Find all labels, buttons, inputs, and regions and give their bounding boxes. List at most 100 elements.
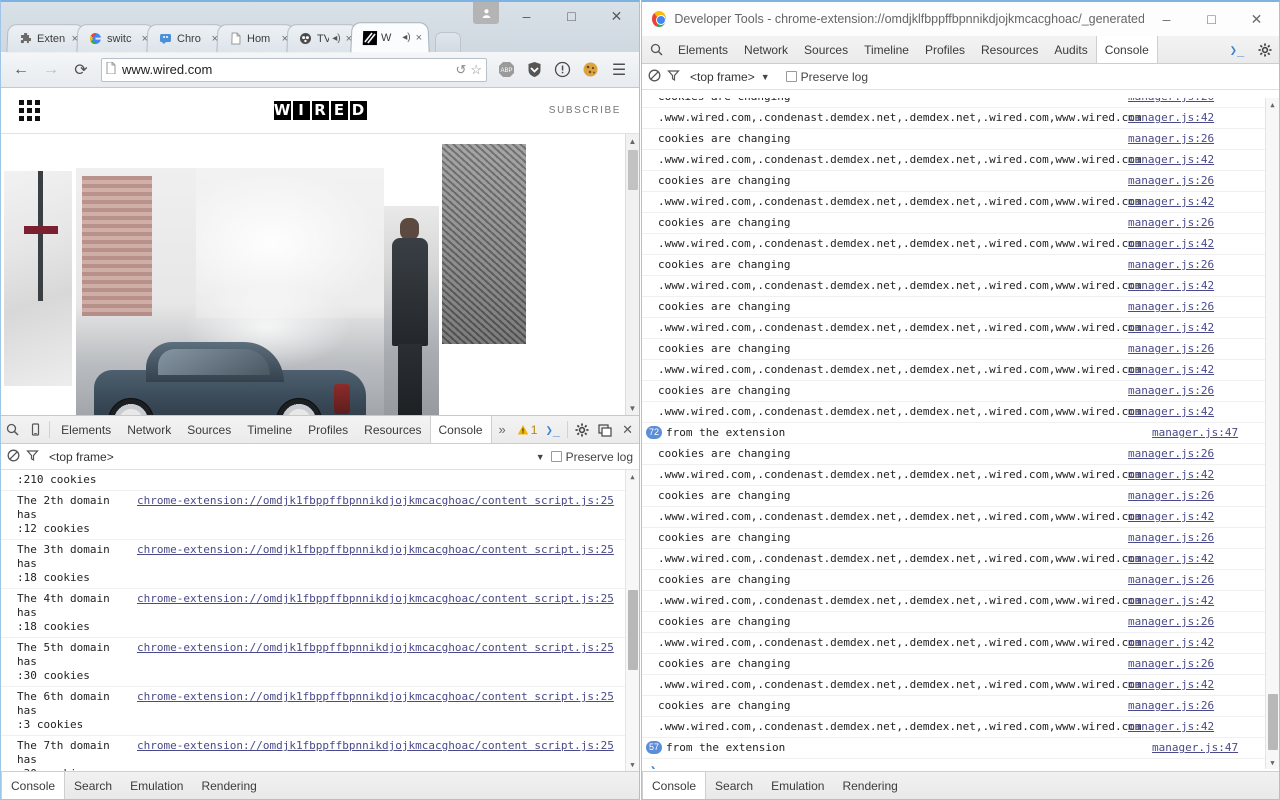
- console-log-row[interactable]: The 3th domain has :18 cookieschrome-ext…: [1, 540, 639, 589]
- console-source-link[interactable]: chrome-extension://omdjk1fbppffbpnnikdjo…: [131, 687, 626, 707]
- console-source-link[interactable]: manager.js:26: [1122, 654, 1226, 674]
- history-icon[interactable]: ↺: [455, 62, 466, 78]
- console-source-link[interactable]: manager.js:42: [1122, 360, 1226, 380]
- console-source-link[interactable]: manager.js:26: [1122, 98, 1226, 107]
- preserve-log-toggle[interactable]: Preserve log: [551, 450, 633, 464]
- console-source-link[interactable]: manager.js:42: [1122, 192, 1226, 212]
- drawer-tab-rendering[interactable]: Rendering: [192, 772, 265, 799]
- console-source-link[interactable]: chrome-extension://omdjk1fbppffbpnnikdjo…: [131, 736, 626, 756]
- console-source-link[interactable]: manager.js:42: [1122, 402, 1226, 422]
- drawer-tab-emulation[interactable]: Emulation: [762, 772, 833, 799]
- console-source-link[interactable]: manager.js:42: [1122, 675, 1226, 695]
- console-source-link[interactable]: chrome-extension://omdjk1fbppffbpnnikdjo…: [131, 638, 626, 658]
- console-source-link[interactable]: manager.js:26: [1122, 486, 1226, 506]
- console-source-link[interactable]: manager.js:26: [1122, 297, 1226, 317]
- console-log-row[interactable]: .www.wired.com,.condenast.demdex.net,.de…: [642, 234, 1279, 255]
- console-source-link[interactable]: manager.js:42: [1122, 150, 1226, 170]
- console-log-row[interactable]: cookies are changingmanager.js:26: [642, 612, 1279, 633]
- tab-switch[interactable]: switc ×: [76, 24, 155, 52]
- console-source-link[interactable]: manager.js:42: [1122, 234, 1226, 254]
- tab-wired[interactable]: W ◂) ×: [350, 22, 429, 52]
- console-log-row[interactable]: The 7th domain has :30 cookieschrome-ext…: [1, 736, 639, 771]
- left-console-scrollbar[interactable]: ▲ ▼: [625, 470, 639, 771]
- devtools-tab-resources[interactable]: Resources: [973, 36, 1046, 63]
- console-source-link[interactable]: chrome-extension://omdjk1fbppffbpnnikdjo…: [131, 589, 626, 609]
- console-log-row[interactable]: cookies are changingmanager.js:26: [642, 213, 1279, 234]
- console-log-row[interactable]: 57from the extensionmanager.js:47: [642, 738, 1279, 759]
- console-log-row[interactable]: cookies are changingmanager.js:26: [642, 528, 1279, 549]
- shield-icon[interactable]: [521, 57, 547, 83]
- preserve-log-checkbox[interactable]: [786, 71, 797, 82]
- chevron-down-icon[interactable]: ▼: [761, 72, 770, 82]
- devtools-tab-timeline[interactable]: Timeline: [239, 416, 300, 443]
- console-source-link[interactable]: manager.js:26: [1122, 171, 1226, 191]
- console-source-link[interactable]: manager.js:26: [1122, 381, 1226, 401]
- console-source-link[interactable]: manager.js:42: [1122, 633, 1226, 653]
- console-log-row[interactable]: .www.wired.com,.condenast.demdex.net,.de…: [642, 150, 1279, 171]
- adblock-plus-icon[interactable]: ABP: [493, 57, 519, 83]
- scroll-up-icon[interactable]: ▲: [626, 470, 639, 483]
- console-source-link[interactable]: manager.js:26: [1122, 570, 1226, 590]
- devtools-tab-audits[interactable]: Audits: [1046, 36, 1095, 63]
- preserve-log-toggle[interactable]: Preserve log: [786, 70, 868, 84]
- console-scrollbar[interactable]: ▲ ▼: [1265, 98, 1279, 769]
- console-log-row[interactable]: .www.wired.com,.condenast.demdex.net,.de…: [642, 108, 1279, 129]
- console-log-row[interactable]: cookies are changingmanager.js:26: [642, 654, 1279, 675]
- devtools-tab-console[interactable]: Console: [430, 416, 492, 443]
- console-source-link[interactable]: manager.js:42: [1122, 465, 1226, 485]
- devtools-tab-sources[interactable]: Sources: [179, 416, 239, 443]
- console-source-link[interactable]: chrome-extension://omdjk1fbppffbpnnikdjo…: [131, 540, 626, 560]
- scroll-thumb[interactable]: [628, 150, 638, 190]
- scroll-thumb[interactable]: [1268, 694, 1278, 750]
- console-log-row[interactable]: The 4th domain has :18 cookieschrome-ext…: [1, 589, 639, 638]
- tab-audio-icon[interactable]: ◂): [332, 33, 341, 44]
- hero-image-collage[interactable]: ▲ ▼: [1, 134, 639, 415]
- tab-extensions[interactable]: Exten ×: [6, 24, 85, 52]
- clear-console-icon[interactable]: [648, 69, 661, 85]
- drawer-tab-search[interactable]: Search: [65, 772, 121, 799]
- drawer-tab-console[interactable]: Console: [1, 772, 65, 799]
- devtools-tab-resources[interactable]: Resources: [356, 416, 429, 443]
- console-source-link[interactable]: manager.js:26: [1122, 255, 1226, 275]
- console-log-row[interactable]: 72from the extensionmanager.js:47: [642, 423, 1279, 444]
- console-source-link[interactable]: manager.js:42: [1122, 507, 1226, 527]
- console-log-row[interactable]: .www.wired.com,.condenast.demdex.net,.de…: [642, 633, 1279, 654]
- console-source-link[interactable]: manager.js:42: [1122, 717, 1226, 737]
- console-prompt-icon[interactable]: ❯_: [541, 416, 564, 443]
- devtools-tab-network[interactable]: Network: [119, 416, 179, 443]
- info-icon[interactable]: [549, 57, 575, 83]
- bookmark-star-icon[interactable]: ☆: [470, 62, 482, 78]
- console-source-link[interactable]: manager.js:26: [1122, 213, 1226, 233]
- device-toggle-icon[interactable]: [24, 416, 47, 443]
- minimize-button[interactable]: –: [504, 2, 549, 30]
- warning-indicator[interactable]: 1: [513, 416, 542, 443]
- new-tab-button[interactable]: [435, 32, 461, 52]
- console-log-row[interactable]: .www.wired.com,.condenast.demdex.net,.de…: [642, 675, 1279, 696]
- magnifier-icon[interactable]: [1, 416, 24, 443]
- clear-console-icon[interactable]: [7, 449, 20, 465]
- console-source-link[interactable]: manager.js:42: [1122, 276, 1226, 296]
- console-log-row[interactable]: cookies are changingmanager.js:26: [642, 255, 1279, 276]
- console-log-row[interactable]: :210 cookies: [1, 470, 639, 491]
- dock-icon[interactable]: [594, 416, 617, 443]
- forward-button[interactable]: →: [37, 56, 65, 84]
- maximize-button[interactable]: □: [549, 2, 594, 30]
- drawer-tab-emulation[interactable]: Emulation: [121, 772, 192, 799]
- console-source-link[interactable]: manager.js:26: [1122, 444, 1226, 464]
- cookie-icon[interactable]: [577, 57, 603, 83]
- console-source-link[interactable]: manager.js:26: [1122, 528, 1226, 548]
- close-button[interactable]: ✕: [1234, 2, 1279, 36]
- drawer-tab-console[interactable]: Console: [642, 772, 706, 799]
- console-source-link[interactable]: manager.js:26: [1122, 696, 1226, 716]
- devtools-console-log[interactable]: cookies are changingmanager.js:26.www.wi…: [642, 98, 1279, 769]
- scroll-thumb[interactable]: [628, 590, 638, 670]
- console-log-row[interactable]: .www.wired.com,.condenast.demdex.net,.de…: [642, 276, 1279, 297]
- gear-icon[interactable]: [571, 416, 594, 443]
- console-source-link[interactable]: manager.js:42: [1122, 591, 1226, 611]
- tab-tv[interactable]: TV ◂) ×: [286, 24, 359, 52]
- filter-icon[interactable]: [26, 449, 39, 465]
- console-log-row[interactable]: cookies are changingmanager.js:26: [642, 570, 1279, 591]
- console-prompt-icon[interactable]: ❯_: [1223, 36, 1251, 63]
- profile-chip[interactable]: [473, 2, 499, 24]
- execution-context-selector[interactable]: <top frame>: [690, 70, 755, 84]
